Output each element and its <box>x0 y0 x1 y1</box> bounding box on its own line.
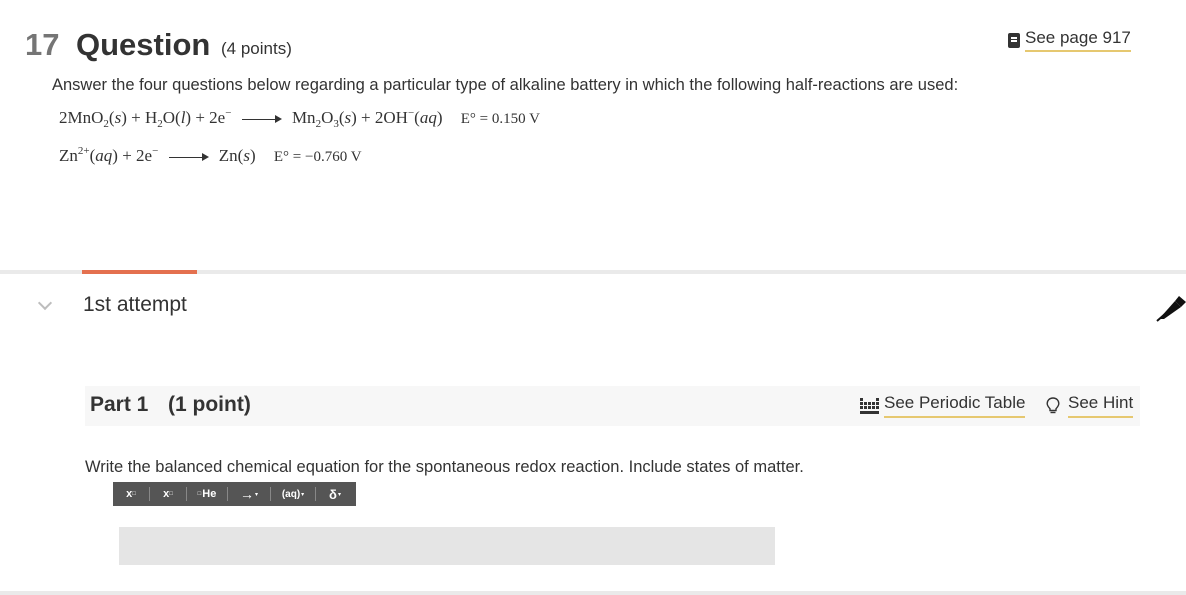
delta-menu-button[interactable]: δ ▾ <box>316 482 354 506</box>
state-menu-button[interactable]: (aq) ▾ <box>271 482 315 506</box>
answer-input[interactable] <box>119 527 775 565</box>
question-points: (4 points) <box>221 39 292 58</box>
question-intro: Answer the four questions below regardin… <box>52 76 959 94</box>
part-prompt: Write the balanced chemical equation for… <box>85 458 804 476</box>
see-hint-label: See Hint <box>1068 393 1134 418</box>
periodic-table-icon <box>860 397 879 414</box>
element-button[interactable]: □ He <box>187 482 227 506</box>
pencil-icon[interactable] <box>1155 292 1186 322</box>
half-reaction-2: Zn2+(aq) + 2e− Zn(s) E° = −0.760 V <box>59 145 362 165</box>
attempt-tab-indicator <box>82 270 197 274</box>
see-periodic-table-label: See Periodic Table <box>884 393 1026 418</box>
subscript-button[interactable]: x □ <box>150 482 186 506</box>
arrow-menu-button[interactable]: → ▾ <box>228 482 270 506</box>
standard-potential-2: E° = −0.760 V <box>273 149 362 165</box>
reaction-arrow <box>168 152 209 162</box>
question-title: Question <box>76 27 211 62</box>
lightbulb-icon <box>1046 396 1060 413</box>
see-periodic-table-link[interactable]: See Periodic Table <box>860 393 1026 418</box>
question-number: 17 <box>25 27 60 62</box>
part-points: (1 point) <box>168 393 251 416</box>
standard-potential-1: E° = 0.150 V <box>460 111 540 127</box>
part-title: Part 1 <box>90 393 149 416</box>
see-page-link[interactable]: See page 917 <box>1008 28 1131 52</box>
book-icon <box>1008 32 1020 48</box>
see-hint-link[interactable]: See Hint <box>1046 393 1134 418</box>
chevron-down-icon[interactable] <box>37 295 53 311</box>
superscript-button[interactable]: x □ <box>113 482 149 506</box>
reaction-arrow <box>241 114 282 124</box>
see-page-label: See page 917 <box>1025 28 1131 52</box>
attempt-label: 1st attempt <box>83 293 187 316</box>
bottom-divider <box>0 591 1186 595</box>
half-reaction-1: 2MnO2(s) + H2O(l) + 2e− Mn2O3(s) + 2OH−(… <box>59 107 540 130</box>
chem-editor-toolbar: x □ x □ □ He → ▾ (aq) ▾ δ ▾ <box>113 482 356 506</box>
